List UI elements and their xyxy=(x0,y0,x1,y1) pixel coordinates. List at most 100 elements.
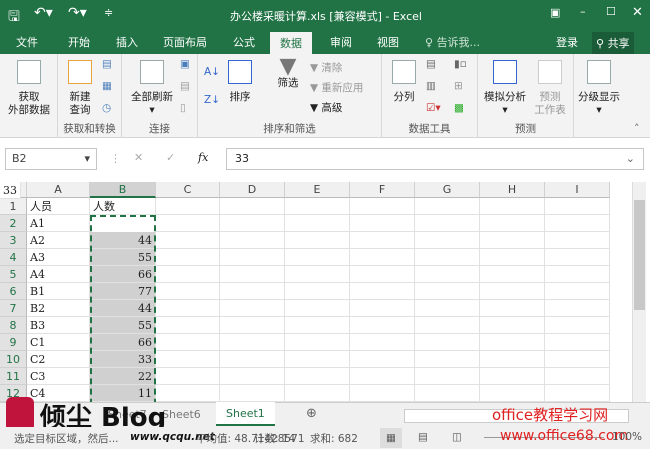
flash-fill-icon[interactable]: ▤ xyxy=(426,58,436,70)
cell-G3[interactable] xyxy=(415,232,480,249)
cell-H8[interactable] xyxy=(480,317,545,334)
worksheet-grid[interactable]: A B C D E F G H I 1 人员 人数 2 A1 33 3 A2 44 4 A3 55 5 A4 66 6 B1 77 7… xyxy=(0,182,632,402)
cell-A8[interactable]: B3 xyxy=(27,317,90,334)
cell-C2[interactable] xyxy=(156,215,220,232)
cell-I12[interactable] xyxy=(545,385,610,402)
cell-E1[interactable] xyxy=(285,198,350,215)
cancel-icon[interactable]: ✕ xyxy=(134,151,143,164)
cell-G11[interactable] xyxy=(415,368,480,385)
cell-E9[interactable] xyxy=(285,334,350,351)
cell-D8[interactable] xyxy=(220,317,285,334)
cell-F6[interactable] xyxy=(350,283,415,300)
cell-C4[interactable] xyxy=(156,249,220,266)
relationships-icon[interactable]: ⊞ xyxy=(454,80,463,92)
column-header-E[interactable]: E xyxy=(285,182,350,198)
row-header[interactable]: 1 xyxy=(0,198,27,215)
cell-E7[interactable] xyxy=(285,300,350,317)
cell-H1[interactable] xyxy=(480,198,545,215)
column-header-I[interactable]: I xyxy=(545,182,610,198)
row-header[interactable]: 9 xyxy=(0,334,27,351)
cell-H4[interactable] xyxy=(480,249,545,266)
outline-button[interactable]: 分级显示 ▾ xyxy=(574,60,624,117)
cell-F7[interactable] xyxy=(350,300,415,317)
cell-G2[interactable] xyxy=(415,215,480,232)
cell-E3[interactable] xyxy=(285,232,350,249)
cell-B10[interactable]: 33 xyxy=(90,351,156,368)
cell-A1[interactable]: 人员 xyxy=(27,198,90,215)
scroll-thumb[interactable] xyxy=(634,200,645,310)
cell-D5[interactable] xyxy=(220,266,285,283)
cell-G12[interactable] xyxy=(415,385,480,402)
advanced-button[interactable]: ▼ 高级 xyxy=(310,100,342,115)
remove-duplicates-icon[interactable]: ▥ xyxy=(426,80,436,92)
data-model-icon[interactable]: ▩ xyxy=(454,102,464,114)
vertical-scrollbar[interactable] xyxy=(632,182,646,402)
cell-B6[interactable]: 77 xyxy=(90,283,156,300)
cell-B5[interactable]: 66 xyxy=(90,266,156,283)
connections-icon[interactable]: ▣ xyxy=(180,58,190,70)
cell-A4[interactable]: A3 xyxy=(27,249,90,266)
cell-D9[interactable] xyxy=(220,334,285,351)
cell-I1[interactable] xyxy=(545,198,610,215)
cell-A7[interactable]: B2 xyxy=(27,300,90,317)
cell-C6[interactable] xyxy=(156,283,220,300)
sheet-tab-sheet6[interactable]: Sheet6 xyxy=(162,408,201,421)
redo-icon[interactable]: ↷▾ xyxy=(68,5,87,21)
formula-input[interactable]: 33 ⌄ xyxy=(226,148,644,170)
filter-button[interactable]: ▼ 筛选 xyxy=(270,56,306,90)
column-header-G[interactable]: G xyxy=(415,182,480,198)
cell-A3[interactable]: A2 xyxy=(27,232,90,249)
ribbon-display-icon[interactable]: ▣ xyxy=(550,6,560,19)
tab-view[interactable]: 视图 xyxy=(377,34,399,50)
cell-I5[interactable] xyxy=(545,266,610,283)
enter-icon[interactable]: ✓ xyxy=(166,151,175,164)
row-header[interactable]: 5 xyxy=(0,266,27,283)
cell-C8[interactable] xyxy=(156,317,220,334)
cell-F3[interactable] xyxy=(350,232,415,249)
minimize-icon[interactable]: – xyxy=(580,5,586,18)
row-header[interactable]: 4 xyxy=(0,249,27,266)
collapse-ribbon-icon[interactable]: ˄ xyxy=(634,122,640,135)
cell-I11[interactable] xyxy=(545,368,610,385)
page-break-view-icon[interactable]: ◫ xyxy=(452,431,462,443)
forecast-sheet-button[interactable]: 预测 工作表 xyxy=(530,60,570,117)
cell-C5[interactable] xyxy=(156,266,220,283)
cell-F2[interactable] xyxy=(350,215,415,232)
zoom-level[interactable]: 100% xyxy=(612,431,642,443)
cell-D3[interactable] xyxy=(220,232,285,249)
close-icon[interactable]: ✕ xyxy=(632,5,643,20)
cell-E2[interactable] xyxy=(285,215,350,232)
recent-sources-icon[interactable]: ◷ xyxy=(102,102,111,114)
row-header[interactable]: 7 xyxy=(0,300,27,317)
cell-H9[interactable] xyxy=(480,334,545,351)
consolidate-icon[interactable]: ▮▫ xyxy=(454,58,467,70)
cell-D4[interactable] xyxy=(220,249,285,266)
cell-C10[interactable] xyxy=(156,351,220,368)
cell-B1[interactable]: 人数 xyxy=(90,198,156,215)
cell-A9[interactable]: C1 xyxy=(27,334,90,351)
cell-G6[interactable] xyxy=(415,283,480,300)
cell-E12[interactable] xyxy=(285,385,350,402)
cell-F1[interactable] xyxy=(350,198,415,215)
cell-H2[interactable] xyxy=(480,215,545,232)
cell-G5[interactable] xyxy=(415,266,480,283)
refresh-all-button[interactable]: 全部刷新 ▾ xyxy=(126,60,178,117)
cell-F12[interactable] xyxy=(350,385,415,402)
cell-H11[interactable] xyxy=(480,368,545,385)
cell-C7[interactable] xyxy=(156,300,220,317)
cell-B7[interactable]: 44 xyxy=(90,300,156,317)
tell-me-search[interactable]: ♀ 告诉我... xyxy=(425,34,480,50)
normal-view-icon[interactable]: ▦ xyxy=(380,428,402,448)
save-icon[interactable]: 🖫 xyxy=(8,6,20,30)
share-button[interactable]: ⚲ 共享 xyxy=(592,32,634,54)
cell-A10[interactable]: C2 xyxy=(27,351,90,368)
row-header[interactable]: 2 xyxy=(0,215,27,232)
cell-D6[interactable] xyxy=(220,283,285,300)
cell-I7[interactable] xyxy=(545,300,610,317)
cell-B2[interactable]: 33 xyxy=(0,182,21,199)
cell-I4[interactable] xyxy=(545,249,610,266)
row-header[interactable]: 3 xyxy=(0,232,27,249)
sort-desc-icon[interactable]: Z↓ xyxy=(204,94,220,106)
cell-B4[interactable]: 55 xyxy=(90,249,156,266)
tab-review[interactable]: 审阅 xyxy=(330,34,352,50)
